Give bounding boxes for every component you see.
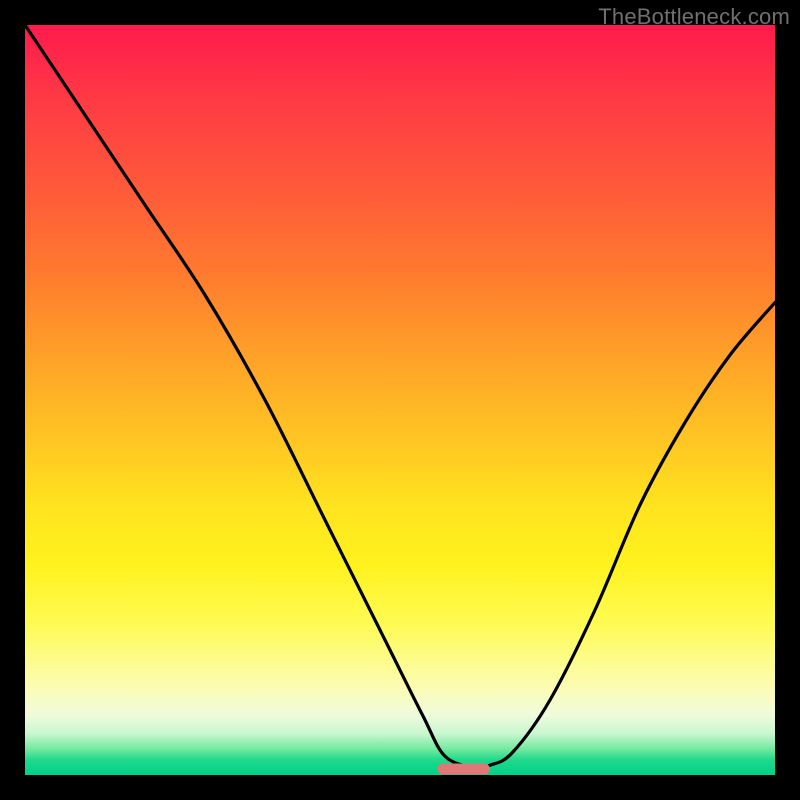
chart-frame: TheBottleneck.com [0, 0, 800, 800]
watermark-text: TheBottleneck.com [598, 4, 790, 30]
plot-area [25, 25, 775, 775]
chart-svg [25, 25, 775, 775]
optimal-range-marker [438, 764, 491, 775]
bottleneck-curve [25, 25, 775, 768]
